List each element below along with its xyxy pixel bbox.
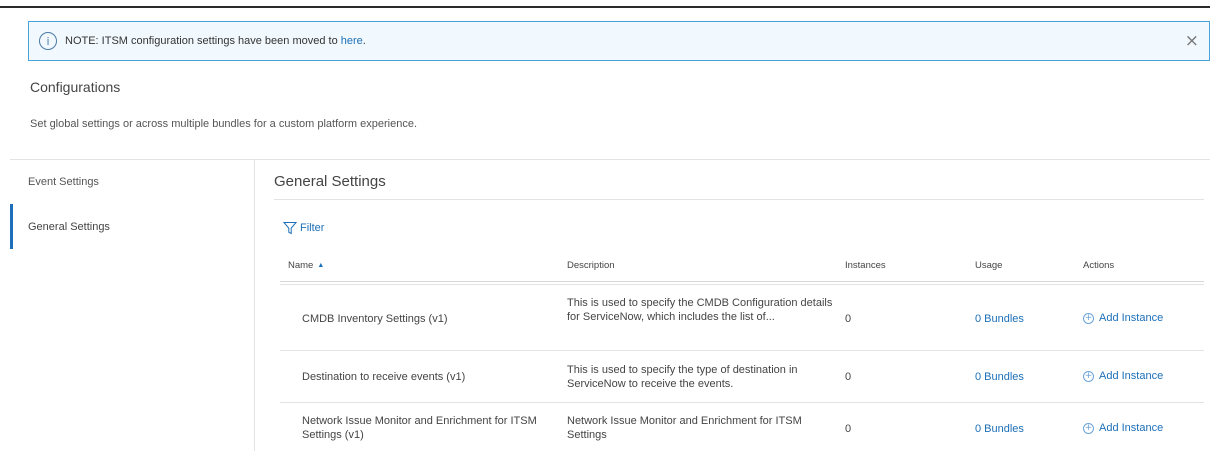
table-header-divider-inner <box>280 284 1204 285</box>
row-instances: 0 <box>845 313 852 325</box>
column-header-description: Description <box>567 260 615 271</box>
row-usage-link[interactable]: 0 Bundles <box>975 312 1024 326</box>
sort-ascending-icon: ▲ <box>317 262 325 269</box>
notice-message: NOTE: ITSM configuration settings have b… <box>65 35 366 47</box>
column-header-name[interactable]: Name ▲ <box>288 260 324 271</box>
row-name: Network Issue Monitor and Enrichment for… <box>302 415 537 441</box>
row-description: Network Issue Monitor and Enrichment for… <box>567 415 802 441</box>
row-name: Destination to receive events (v1) <box>302 371 466 383</box>
section-title: General Settings <box>274 173 386 190</box>
add-instance-label: Add Instance <box>1099 422 1164 434</box>
filter-label: Filter <box>300 222 325 234</box>
sidebar-active-indicator <box>10 204 13 249</box>
row-instances: 0 <box>845 423 852 435</box>
top-border <box>0 6 1210 8</box>
filter-icon <box>283 222 297 235</box>
add-instance-button[interactable]: + Add Instance <box>1083 422 1163 434</box>
add-circle-icon: + <box>1083 370 1094 382</box>
add-instance-label: Add Instance <box>1099 312 1164 324</box>
column-header-name-label: Name <box>288 260 314 271</box>
notice-banner: i NOTE: ITSM configuration settings have… <box>28 21 1210 61</box>
header-divider <box>10 159 1210 160</box>
page-subtitle: Set global settings or across multiple b… <box>30 118 418 130</box>
row-usage-link[interactable]: 0 Bundles <box>975 370 1024 384</box>
add-instance-button[interactable]: + Add Instance <box>1083 370 1163 382</box>
info-icon: i <box>39 32 57 50</box>
row-description: This is used to specify the CMDB Configu… <box>567 297 833 323</box>
column-header-actions: Actions <box>1083 260 1115 271</box>
page-title: Configurations <box>30 79 121 95</box>
sidebar-item-general-settings[interactable]: General Settings <box>28 221 110 233</box>
section-divider <box>274 199 1204 200</box>
sidebar-item-event-settings[interactable]: Event Settings <box>28 176 99 188</box>
sidebar-divider <box>254 160 255 451</box>
row-instances: 0 <box>845 371 852 383</box>
add-instance-button[interactable]: + Add Instance <box>1083 312 1163 324</box>
row-description: This is used to specify the type of dest… <box>567 364 798 390</box>
close-icon[interactable]: × <box>1185 31 1199 51</box>
table-header-divider <box>280 281 1204 282</box>
row-divider <box>280 350 1204 351</box>
add-instance-label: Add Instance <box>1099 370 1164 382</box>
column-header-instances: Instances <box>845 260 886 271</box>
row-name: CMDB Inventory Settings (v1) <box>302 313 448 325</box>
add-circle-icon: + <box>1083 312 1094 324</box>
filter-button[interactable]: Filter <box>283 221 324 235</box>
add-circle-icon: + <box>1083 422 1094 434</box>
column-header-usage: Usage <box>975 260 1003 271</box>
row-usage-link[interactable]: 0 Bundles <box>975 422 1024 436</box>
notice-here-link[interactable]: here <box>341 35 363 47</box>
row-divider <box>280 402 1204 403</box>
notice-suffix: . <box>362 35 366 47</box>
notice-text: NOTE: ITSM configuration settings have b… <box>65 35 341 47</box>
